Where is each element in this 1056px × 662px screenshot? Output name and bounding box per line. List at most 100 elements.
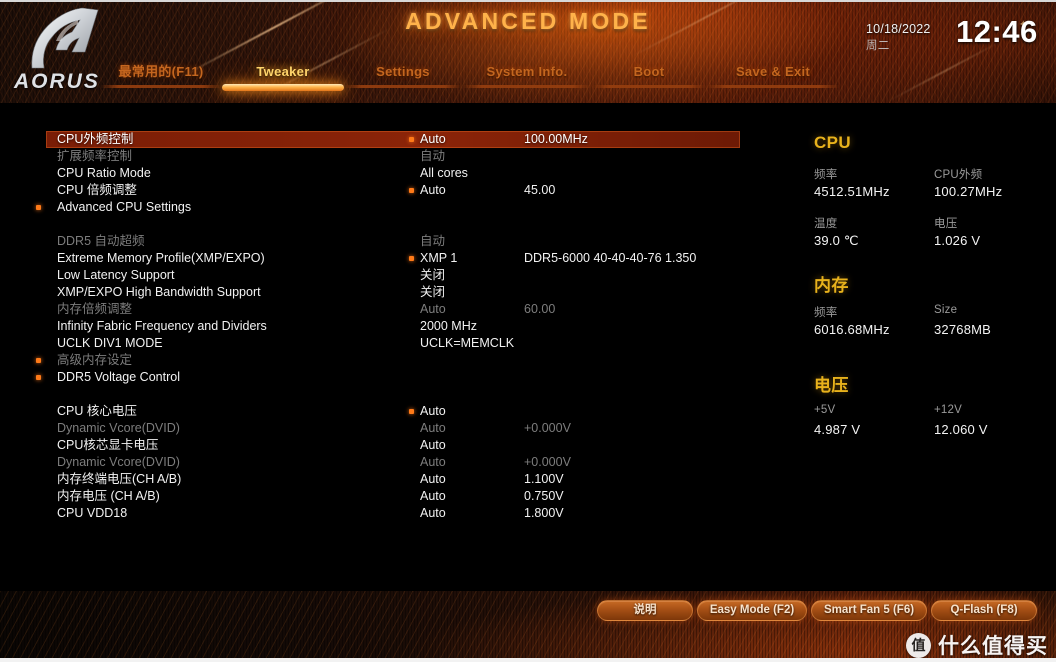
footer-button-4[interactable]: Q-Flash (F8)	[931, 600, 1037, 621]
setting-value-detail: 45.00	[524, 183, 556, 197]
setting-label: UCLK DIV1 MODE	[57, 336, 163, 350]
setting-row[interactable]: XMP/EXPO High Bandwidth Support 关闭	[46, 284, 740, 301]
setting-row[interactable]: CPU VDD18 Auto 1.800V	[46, 505, 740, 522]
setting-row[interactable]: CPU 倍频调整 Auto 45.00	[46, 182, 740, 199]
settings-list: CPU外频控制 Auto 100.00MHz 扩展频率控制 自动 CPU Ratio Mo…	[0, 103, 790, 591]
setting-row[interactable]: 内存电压 (CH A/B) Auto 0.750V	[46, 488, 740, 505]
setting-value[interactable]: Auto	[420, 131, 446, 148]
nav-tab-2[interactable]: Tweaker	[222, 62, 344, 94]
setting-value-detail: 1.800V	[524, 506, 564, 520]
setting-label: CPU 倍频调整	[57, 183, 137, 197]
setting-value-detail: 0.750V	[524, 489, 564, 503]
value-marker-icon	[409, 188, 414, 193]
setting-value[interactable]: 自动	[420, 233, 445, 250]
setting-row[interactable]: 内存终端电压(CH A/B) Auto 1.100V	[46, 471, 740, 488]
setting-label: Infinity Fabric Frequency and Dividers	[57, 319, 267, 333]
bios-screen: AORUS ADVANCED MODE ✦ 10/18/2022 周二 12:4…	[0, 0, 1056, 662]
setting-value[interactable]: XMP 1	[420, 250, 457, 267]
system-time: 12:46	[956, 14, 1038, 49]
nav-tab-5[interactable]: Boot	[592, 62, 706, 94]
setting-row[interactable]: Extreme Memory Profile(XMP/EXPO) XMP 1 DDR…	[46, 250, 740, 267]
setting-value-detail: +0.000V	[524, 421, 571, 435]
system-info-panel: CPU 频率 4512.51MHz CPU外频 100.27MHz 温度 39.0 ℃ 电压 1…	[805, 103, 1056, 591]
setting-row[interactable]: CPU核芯显卡电压 Auto	[46, 437, 740, 454]
setting-value[interactable]: Auto	[420, 488, 446, 505]
setting-value-detail: 1.100V	[524, 472, 564, 486]
info-item-key: 电压	[934, 218, 958, 230]
nav-tab-4[interactable]: System Info.	[462, 62, 592, 94]
setting-row[interactable]: Low Latency Support 关闭	[46, 267, 740, 284]
setting-row[interactable]: UCLK DIV1 MODE UCLK=MEMCLK	[46, 335, 740, 352]
info-item-value: 100.27MHz	[934, 184, 1003, 199]
footer-button-3[interactable]: Smart Fan 5 (F6)	[811, 600, 927, 621]
setting-label: CPU VDD18	[57, 506, 128, 520]
setting-row[interactable]: 内存倍频调整 Auto 60.00	[46, 301, 740, 318]
setting-label: Dynamic Vcore(DVID)	[57, 421, 180, 435]
setting-value[interactable]: All cores	[420, 165, 468, 182]
nav-tab-label: Boot	[633, 64, 665, 79]
setting-label: 高级内存设定	[57, 353, 133, 367]
setting-label: Extreme Memory Profile(XMP/EXPO)	[57, 251, 265, 265]
setting-value[interactable]: UCLK=MEMCLK	[420, 335, 514, 352]
setting-row[interactable]: 扩展频率控制 自动	[46, 148, 740, 165]
setting-row[interactable]: CPU Ratio Mode All cores	[46, 165, 740, 182]
setting-value[interactable]: Auto	[420, 471, 446, 488]
setting-value[interactable]: Auto	[420, 454, 446, 471]
info-item-value: 39.0 ℃	[814, 233, 859, 248]
setting-row[interactable]: Advanced CPU Settings	[36, 199, 740, 216]
setting-value[interactable]: 2000 MHz	[420, 318, 477, 335]
info-item-key: Size	[934, 304, 958, 316]
setting-value[interactable]: Auto	[420, 505, 446, 522]
setting-row[interactable]: 高级内存设定	[36, 352, 740, 369]
setting-label: 扩展频率控制	[57, 149, 133, 163]
info-item-key: 频率	[814, 169, 838, 181]
nav-tab-underline	[100, 85, 222, 88]
setting-label: CPU核芯显卡电压	[57, 438, 159, 452]
watermark-text: 什么值得买	[938, 635, 1048, 658]
footer-button-1[interactable]: 说明	[597, 600, 693, 621]
info-group-title: CPU	[814, 133, 852, 152]
setting-value-detail: 100.00MHz	[524, 132, 588, 146]
system-day-of-week: 周二	[866, 40, 890, 52]
setting-value-detail: 60.00	[524, 302, 556, 316]
setting-value-detail: DDR5-6000 40-40-40-76 1.350	[524, 251, 697, 265]
setting-row[interactable]: Dynamic Vcore(DVID) Auto +0.000V	[46, 420, 740, 437]
setting-label: 内存终端电压(CH A/B)	[57, 472, 182, 486]
info-item-value: 6016.68MHz	[814, 322, 890, 337]
nav-tab-6[interactable]: Save & Exit	[706, 62, 840, 94]
setting-row[interactable]: Dynamic Vcore(DVID) Auto +0.000V	[46, 454, 740, 471]
setting-value[interactable]: Auto	[420, 182, 446, 199]
info-group-title: 电压	[814, 376, 849, 395]
setting-row[interactable]: Infinity Fabric Frequency and Dividers 20…	[46, 318, 740, 335]
footer-button-2[interactable]: Easy Mode (F2)	[697, 600, 807, 621]
info-item-value: 4.987 V	[814, 422, 861, 437]
setting-label: CPU外频控制	[57, 132, 134, 146]
info-item-value: 12.060 V	[934, 422, 988, 437]
nav-tab-label: Settings	[376, 64, 430, 79]
setting-value[interactable]: Auto	[420, 437, 446, 454]
nav-tab-underline	[592, 85, 706, 88]
submenu-bullet-icon	[36, 375, 41, 380]
setting-value[interactable]: Auto	[420, 420, 446, 437]
nav-tab-3[interactable]: Settings	[344, 62, 462, 94]
setting-row[interactable]: CPU 核心电压 Auto	[46, 403, 740, 420]
setting-row[interactable]: DDR5 Voltage Control	[36, 369, 740, 386]
footer-bar: 说明 Easy Mode (F2) Smart Fan 5 (F6) Q-Flash …	[0, 591, 1056, 662]
setting-value[interactable]: 自动	[420, 148, 445, 165]
watermark-badge: 值	[906, 632, 931, 658]
nav-tab-underline	[462, 85, 592, 88]
setting-row[interactable]: CPU外频控制 Auto 100.00MHz	[46, 131, 740, 148]
nav-tab-1[interactable]: 最常用的(F11)	[100, 62, 222, 94]
setting-label: DDR5 Voltage Control	[57, 370, 180, 384]
info-group-title: 内存	[814, 276, 849, 295]
value-marker-icon	[409, 256, 414, 261]
setting-value[interactable]: 关闭	[420, 267, 445, 284]
setting-row[interactable]: DDR5 自动超频 自动	[46, 233, 740, 250]
submenu-bullet-icon	[36, 358, 41, 363]
top-hairline	[0, 0, 1056, 2]
setting-value[interactable]: Auto	[420, 403, 446, 420]
setting-label: DDR5 自动超频	[57, 234, 145, 248]
setting-value[interactable]: 关闭	[420, 284, 445, 301]
header-bar: AORUS ADVANCED MODE ✦ 10/18/2022 周二 12:4…	[0, 0, 1056, 103]
setting-value[interactable]: Auto	[420, 301, 446, 318]
